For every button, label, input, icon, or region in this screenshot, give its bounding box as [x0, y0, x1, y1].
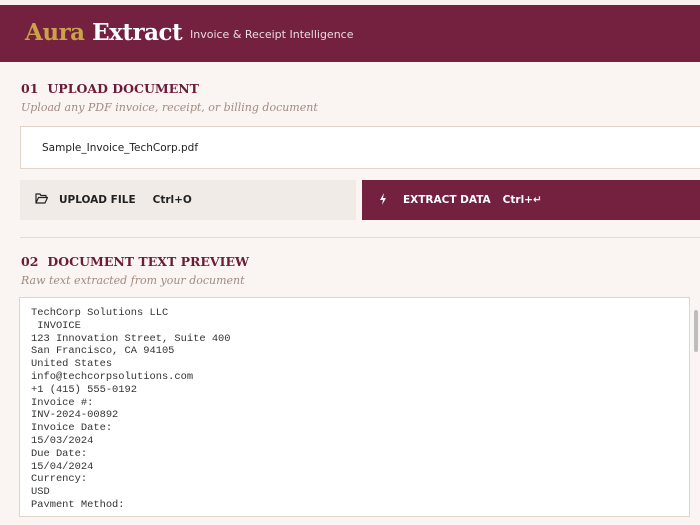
extract-data-label: EXTRACT DATA	[403, 194, 491, 206]
file-name-field[interactable]: Sample_Invoice_TechCorp.pdf	[20, 126, 700, 169]
upload-section-subtitle: Upload any PDF invoice, receipt, or bill…	[21, 101, 318, 114]
preview-text: TechCorp Solutions LLC INVOICE 123 Innov…	[31, 307, 231, 507]
preview-scrollbar[interactable]	[694, 310, 698, 352]
upload-file-shortcut: Ctrl+O	[152, 194, 192, 206]
app-logo: Aura Extract	[25, 19, 183, 46]
lightning-icon	[379, 192, 393, 208]
section-title-text: DOCUMENT TEXT PREVIEW	[47, 254, 250, 269]
upload-section-title: 01 UPLOAD DOCUMENT	[21, 81, 199, 96]
preview-section-subtitle: Raw text extracted from your document	[21, 274, 245, 287]
app-tagline: Invoice & Receipt Intelligence	[190, 28, 354, 41]
folder-open-icon	[35, 193, 49, 207]
document-text-preview[interactable]: TechCorp Solutions LLC INVOICE 123 Innov…	[19, 297, 690, 517]
brand-part2: Extract	[92, 19, 183, 46]
extract-data-button[interactable]: EXTRACT DATA Ctrl+↵	[362, 180, 700, 220]
section-title-text: UPLOAD DOCUMENT	[47, 81, 199, 96]
upload-file-button[interactable]: UPLOAD FILE Ctrl+O	[20, 180, 356, 220]
brand-part1: Aura	[25, 19, 85, 46]
section-number: 02	[21, 254, 39, 269]
file-name-value: Sample_Invoice_TechCorp.pdf	[42, 142, 199, 154]
section-number: 01	[21, 81, 39, 96]
section-divider	[20, 237, 700, 238]
preview-section-title: 02 DOCUMENT TEXT PREVIEW	[21, 254, 249, 269]
upload-file-label: UPLOAD FILE	[59, 194, 136, 206]
app-header: Aura Extract Invoice & Receipt Intellige…	[0, 5, 700, 62]
extract-data-shortcut: Ctrl+↵	[502, 194, 542, 206]
